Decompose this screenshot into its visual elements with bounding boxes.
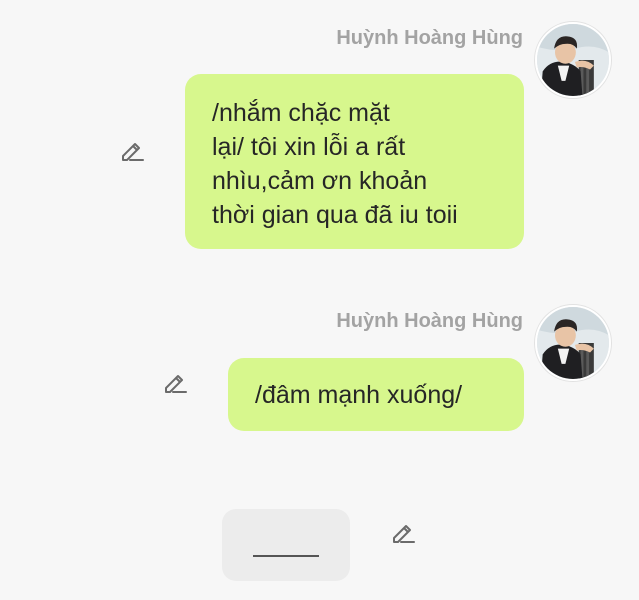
sender-avatar[interactable] [535, 22, 611, 98]
pencil-icon[interactable] [388, 518, 416, 546]
sender-name: Huỳnh Hoàng Hùng [336, 310, 523, 332]
pencil-icon[interactable] [117, 136, 145, 164]
draft-bubble[interactable] [222, 509, 350, 581]
draft-placeholder-line [253, 555, 319, 557]
message-bubble[interactable]: /đâm mạnh xuống/ [228, 358, 524, 431]
message-bubble[interactable]: /nhắm chặc mặt lại/ tôi xin lỗi a rất nh… [185, 74, 524, 249]
message-text: /nhắm chặc mặt lại/ tôi xin lỗi a rất nh… [212, 99, 458, 229]
avatar-photo [537, 307, 609, 379]
pencil-icon[interactable] [160, 368, 188, 396]
sender-avatar[interactable] [535, 305, 611, 381]
message-text: /đâm mạnh xuống/ [255, 381, 463, 409]
avatar-photo [537, 24, 609, 96]
sender-name: Huỳnh Hoàng Hùng [336, 27, 523, 49]
